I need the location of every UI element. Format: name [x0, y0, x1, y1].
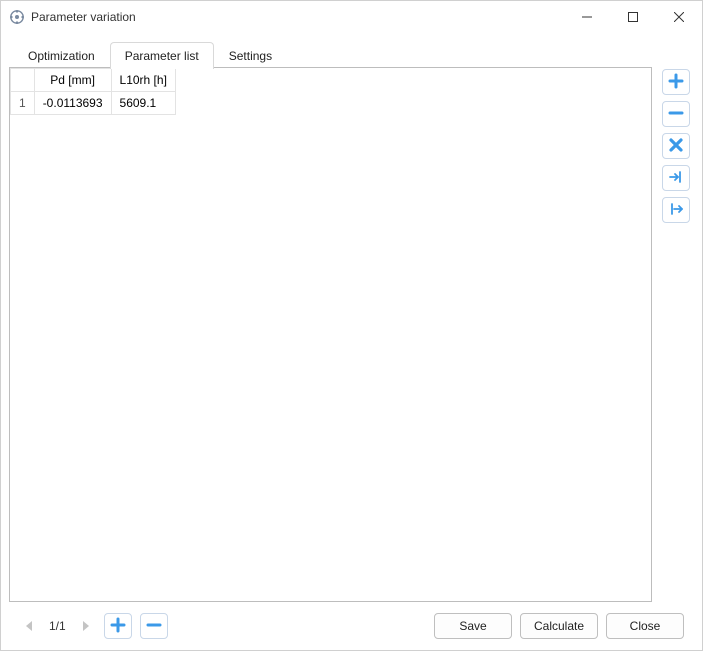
column-header-l10rh[interactable]: L10rh [h] [111, 69, 175, 92]
app-icon [9, 9, 25, 25]
next-page-button[interactable] [74, 615, 96, 637]
cell-l10rh[interactable]: 5609.1 [111, 92, 175, 115]
side-toolbar [662, 67, 694, 602]
table-row[interactable]: 1 -0.0113693 5609.1 [11, 92, 176, 115]
minus-icon [146, 617, 162, 636]
minus-icon [668, 105, 684, 124]
tab-parameter-list[interactable]: Parameter list [110, 42, 214, 69]
save-button[interactable]: Save [434, 613, 512, 639]
pager: 1/1 [19, 615, 96, 637]
plus-icon [668, 73, 684, 92]
tab-optimization[interactable]: Optimization [13, 42, 110, 69]
tab-settings[interactable]: Settings [214, 42, 287, 69]
arrow-in-icon [668, 169, 684, 188]
remove-row-button[interactable] [662, 101, 690, 127]
page-indicator: 1/1 [49, 619, 66, 633]
window: Parameter variation Optimization Paramet… [0, 0, 703, 651]
footer: 1/1 Save Calculate Close [9, 602, 694, 650]
footer-add-button[interactable] [104, 613, 132, 639]
calculate-button[interactable]: Calculate [520, 613, 598, 639]
close-button[interactable]: Close [606, 613, 684, 639]
cell-pd[interactable]: -0.0113693 [34, 92, 111, 115]
client-area: Optimization Parameter list Settings Pd … [1, 33, 702, 650]
cross-icon [668, 137, 684, 156]
add-row-button[interactable] [662, 69, 690, 95]
workarea: Pd [mm] L10rh [h] 1 -0.0113693 5609.1 [9, 67, 694, 602]
window-controls [564, 1, 702, 33]
minimize-button[interactable] [564, 1, 610, 33]
window-title: Parameter variation [31, 10, 564, 24]
export-button[interactable] [662, 197, 690, 223]
table-corner [11, 69, 35, 92]
table-panel: Pd [mm] L10rh [h] 1 -0.0113693 5609.1 [9, 67, 652, 602]
plus-icon [110, 617, 126, 636]
delete-button[interactable] [662, 133, 690, 159]
titlebar: Parameter variation [1, 1, 702, 33]
parameter-table: Pd [mm] L10rh [h] 1 -0.0113693 5609.1 [10, 68, 176, 115]
close-window-button[interactable] [656, 1, 702, 33]
prev-page-button[interactable] [19, 615, 41, 637]
footer-remove-button[interactable] [140, 613, 168, 639]
row-index[interactable]: 1 [11, 92, 35, 115]
arrow-out-icon [668, 201, 684, 220]
tab-bar: Optimization Parameter list Settings [9, 41, 694, 68]
import-button[interactable] [662, 165, 690, 191]
maximize-button[interactable] [610, 1, 656, 33]
table-scroll[interactable]: Pd [mm] L10rh [h] 1 -0.0113693 5609.1 [10, 68, 651, 601]
column-header-pd[interactable]: Pd [mm] [34, 69, 111, 92]
